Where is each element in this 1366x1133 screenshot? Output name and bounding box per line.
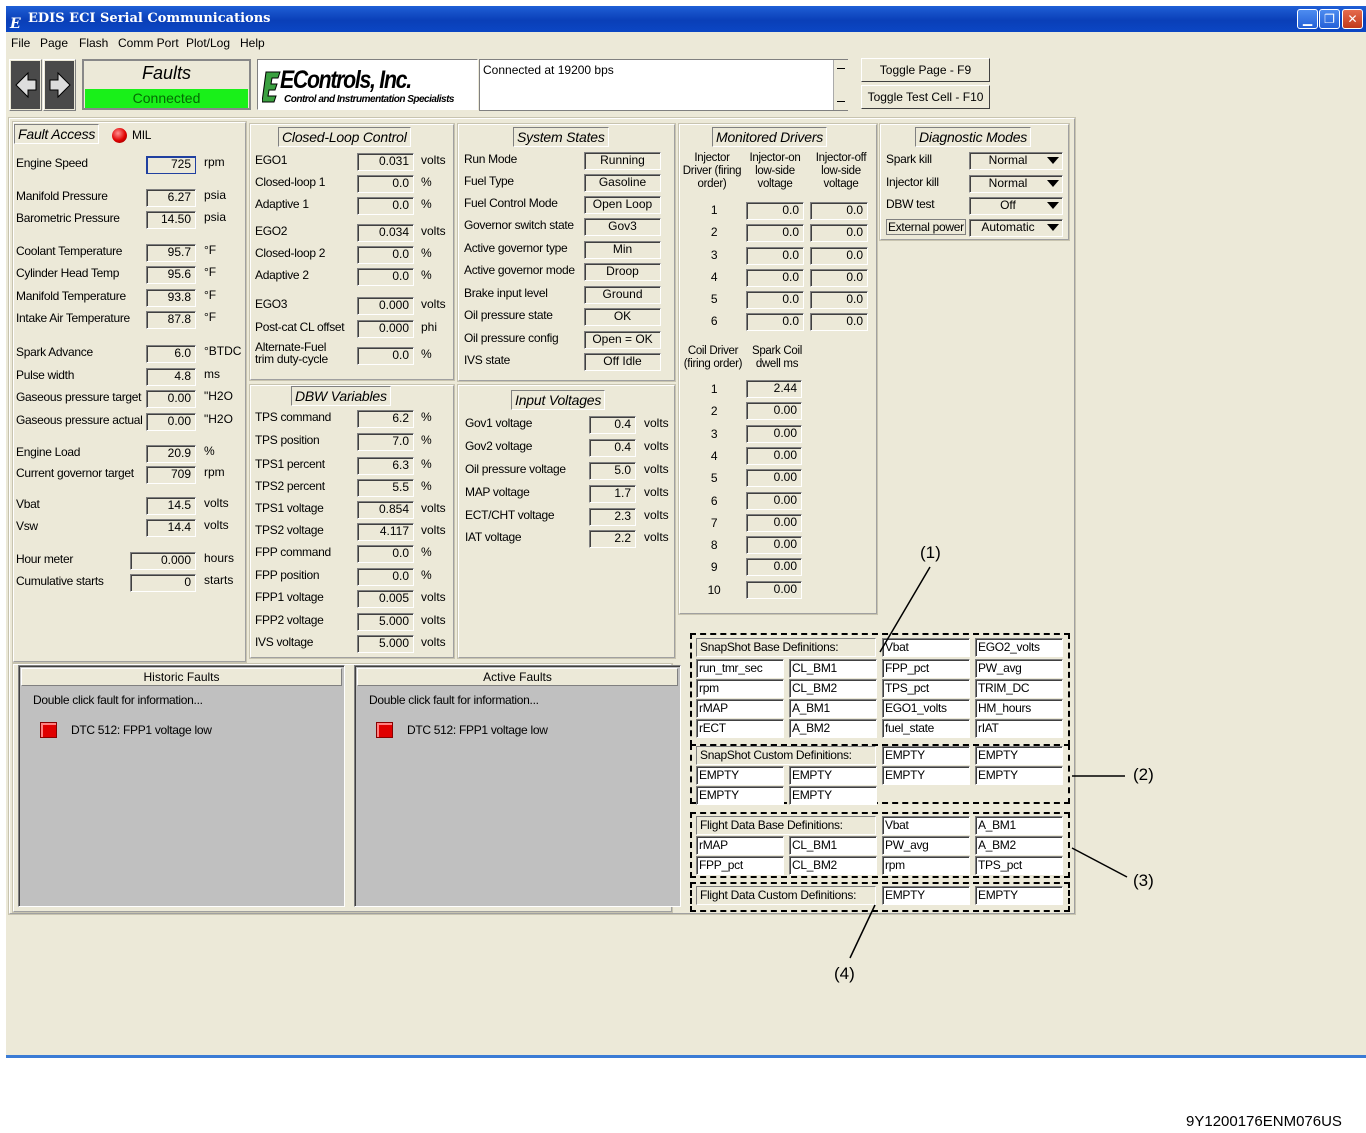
figure-id: 9Y1200176ENM076US (1186, 1113, 1342, 1130)
callout-3: (3) (1133, 871, 1154, 890)
callout-4: (4) (834, 964, 855, 983)
callout-2: (2) (1133, 765, 1154, 784)
callout-lines (849, 566, 1128, 959)
callout-1: (1) (920, 543, 941, 562)
